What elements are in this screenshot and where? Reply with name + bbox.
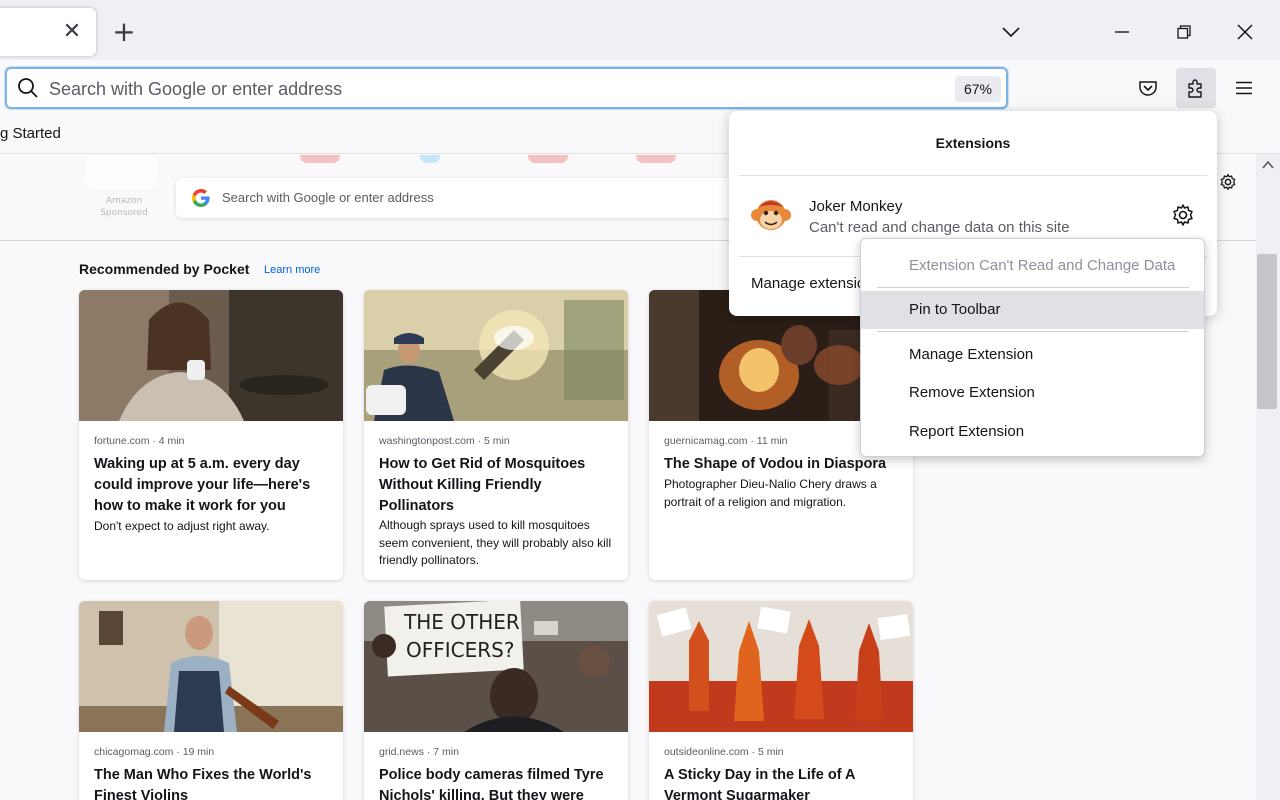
story-source: guernicamag.com · 11 min [664,435,788,447]
chevron-down-icon [1002,27,1020,38]
story-source: grid.news · 7 min [379,746,459,758]
google-logo-icon [192,189,210,207]
story-card[interactable]: washingtonpost.com · 5 min How to Get Ri… [364,290,628,580]
menu-item-pin-to-toolbar[interactable]: Pin to Toolbar [861,291,1204,329]
topsite-label: Amazon Sponsored [100,196,148,218]
extension-context-menu: Extension Can't Read and Change Data Pin… [860,238,1205,457]
story-source: outsideonline.com · 5 min [664,746,784,758]
restore-button[interactable] [1166,14,1202,50]
tab-close-button[interactable]: ✕ [60,20,84,44]
story-title: How to Get Rid of Mosquitoes Without Kil… [379,456,586,514]
newtab-search-placeholder: Search with Google or enter address [222,190,434,205]
protest-sign-line-2: OFFICERS? [406,638,514,662]
story-image: THE OTHER OFFICERS? [364,601,628,732]
learn-more-link[interactable]: Learn more [264,264,320,276]
topsite-icon [420,155,440,163]
topsite-icon [300,155,340,163]
story-excerpt: Don't expect to adjust right away. [94,519,270,533]
protest-sign-line-1: THE OTHER [403,610,520,634]
story-card[interactable]: chicagomag.com · 19 min The Man Who Fixe… [79,601,343,800]
tab-strip: ✕ + [0,0,1280,60]
nav-bar: 67% [0,60,1280,116]
extensions-button[interactable] [1176,68,1216,108]
close-icon [1237,24,1253,40]
pocket-button[interactable] [1128,68,1168,108]
scrollbar-thumb[interactable] [1257,254,1277,409]
story-title: A Sticky Day in the Life of A Vermont Su… [664,767,855,800]
story-title: Police body cameras filmed Tyre Nichols'… [379,767,604,800]
divider [739,175,1207,176]
new-tab-button[interactable]: + [108,16,140,48]
story-image [79,290,343,421]
page-scrollbar[interactable] [1256,154,1280,800]
story-title: The Shape of Vodou in Diaspora [664,456,887,472]
story-card[interactable]: THE OTHER OFFICERS? grid.news · 7 min Po… [364,601,628,800]
search-icon [18,78,38,98]
app-menu-button[interactable] [1224,68,1264,108]
restore-icon [1177,25,1191,39]
story-image [649,601,913,732]
scroll-up-arrow-icon[interactable] [1260,158,1276,172]
story-source: chicagomag.com · 19 min [94,746,215,758]
story-excerpt: Although sprays used to kill mosquitoes … [379,518,612,567]
list-all-tabs-button[interactable] [993,14,1029,50]
extensions-panel-title: Extensions [935,135,1011,151]
tab-active[interactable]: ✕ [0,8,96,56]
story-image [79,601,343,732]
topsite-tile[interactable] [86,155,158,189]
menu-item-manage-extension[interactable]: Manage Extension [861,336,1204,374]
topsite-icon [528,155,568,163]
url-bar[interactable]: 67% [5,67,1008,109]
minimize-icon [1115,31,1129,33]
puzzle-piece-icon [1188,79,1202,98]
hamburger-menu-icon [1236,81,1252,95]
story-source: fortune.com · 4 min [94,435,185,447]
story-title: Waking up at 5 a.m. every day could impr… [94,456,311,514]
gear-icon[interactable] [1171,203,1195,227]
story-card[interactable]: outsideonline.com · 5 min A Sticky Day i… [649,601,913,800]
extension-name[interactable]: Joker Monkey [809,198,902,215]
newtab-search-box[interactable]: Search with Google or enter address [176,178,756,218]
close-window-button[interactable] [1227,14,1263,50]
joker-monkey-icon[interactable] [749,195,793,235]
minimize-button[interactable] [1104,14,1140,50]
bookmark-getting-started[interactable]: g Started [0,125,61,142]
gear-icon[interactable] [1219,173,1237,191]
story-image [364,290,628,421]
menu-divider [877,287,1189,288]
story-excerpt: Photographer Dieu-Nalio Chery draws a po… [664,477,877,509]
extension-permission-text: Can't read and change data on this site [809,219,1070,236]
menu-item-remove-extension[interactable]: Remove Extension [861,374,1204,412]
zoom-level-badge[interactable]: 67% [955,76,1001,102]
menu-item-permission-status: Extension Can't Read and Change Data [909,257,1176,274]
story-title: The Man Who Fixes the World's Finest Vio… [94,767,312,800]
menu-item-report-extension[interactable]: Report Extension [861,413,1204,451]
pocket-icon [1139,81,1157,96]
menu-divider [877,331,1189,332]
pocket-section-title: Recommended by Pocket [79,261,250,277]
story-card[interactable]: fortune.com · 4 min Waking up at 5 a.m. … [79,290,343,580]
story-source: washingtonpost.com · 5 min [379,435,510,447]
topsite-icon [636,155,676,163]
url-input[interactable] [49,76,929,102]
